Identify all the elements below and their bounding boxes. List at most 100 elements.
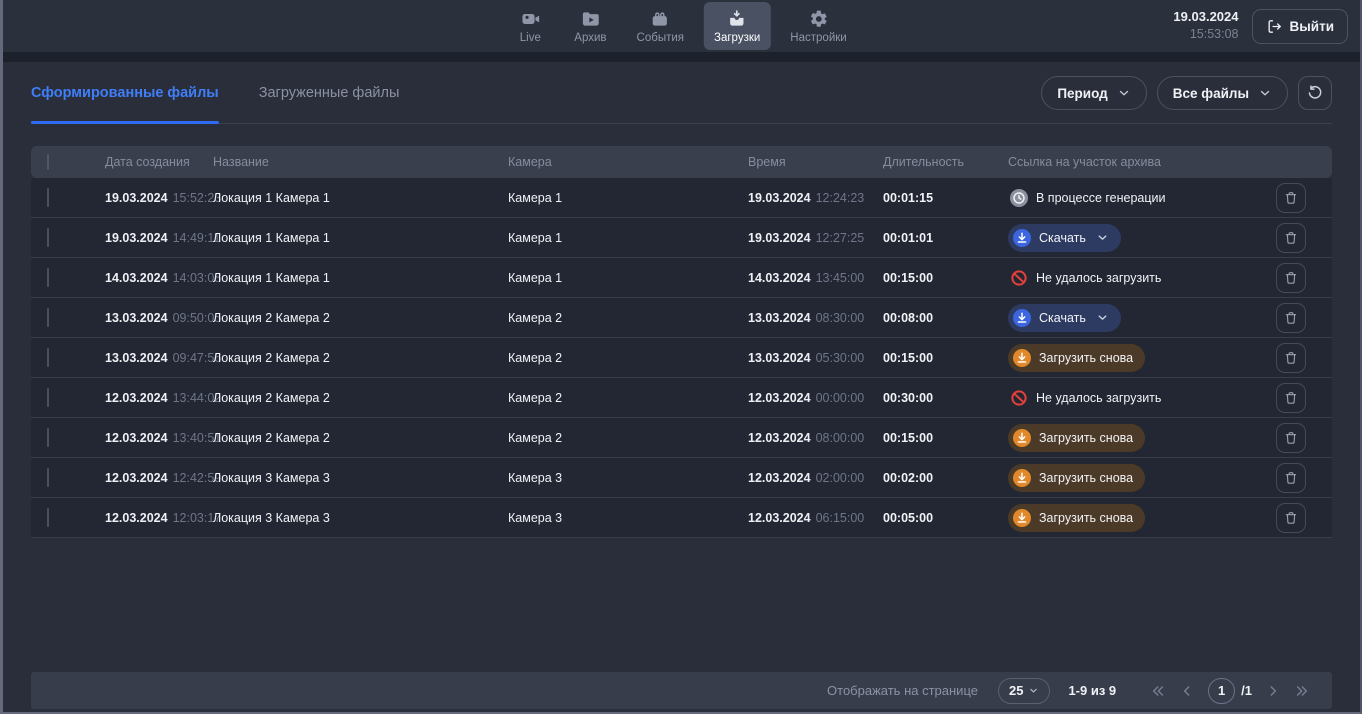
camera-cell: Камера 3: [508, 471, 748, 485]
nav-item-downloads[interactable]: Загрузки: [704, 2, 770, 50]
delete-button[interactable]: [1276, 463, 1306, 493]
nav-item-live[interactable]: Live: [506, 2, 554, 50]
file-name-cell: Локация 2 Камера 2: [213, 391, 508, 405]
filter-controls: Период Все файлы: [1041, 76, 1332, 110]
camera-cell: Камера 3: [508, 511, 748, 525]
status-label: В процессе генерации: [1036, 191, 1166, 205]
duration-cell: 00:02:00: [883, 471, 1008, 485]
row-checkbox[interactable]: [47, 468, 49, 487]
period-filter-button[interactable]: Период: [1041, 76, 1146, 110]
next-page-button[interactable]: [1265, 683, 1281, 699]
double-chevron-right-icon: [1294, 683, 1310, 699]
refresh-icon: [1306, 84, 1324, 102]
download-button[interactable]: Скачать: [1008, 224, 1121, 252]
per-page-select[interactable]: 25: [998, 678, 1050, 704]
top-bar: Live Архив: [3, 0, 1360, 52]
first-page-button[interactable]: [1150, 683, 1166, 699]
created-cell: 12.03.2024 13:40:51: [105, 431, 213, 445]
current-time: 15:53:08: [1173, 26, 1238, 42]
download-button[interactable]: Скачать: [1008, 304, 1121, 332]
row-checkbox[interactable]: [47, 188, 49, 207]
time-cell: 12.03.2024 06:15:00: [748, 511, 883, 525]
time-time: 08:00:00: [816, 431, 865, 445]
status-cell: Скачать: [1008, 224, 1276, 252]
row-checkbox[interactable]: [47, 308, 49, 327]
last-page-button[interactable]: [1294, 683, 1310, 699]
column-header-archive-link: Ссылка на участок архива: [1008, 155, 1276, 169]
duration-cell: 00:15:00: [883, 271, 1008, 285]
created-date: 12.03.2024: [105, 431, 168, 445]
downloads-icon: [726, 9, 748, 29]
row-checkbox[interactable]: [47, 428, 49, 447]
logout-button[interactable]: Выйти: [1252, 9, 1349, 44]
time-time: 12:24:23: [816, 191, 865, 205]
events-icon: [649, 9, 671, 29]
retry-download-button[interactable]: Загрузить снова: [1008, 344, 1145, 372]
row-checkbox[interactable]: [47, 348, 49, 367]
delete-button[interactable]: [1276, 503, 1306, 533]
column-header-time: Время: [748, 155, 883, 169]
trash-icon: [1283, 310, 1299, 326]
status-label: Не удалось загрузить: [1036, 271, 1161, 285]
row-checkbox[interactable]: [47, 508, 49, 527]
row-checkbox[interactable]: [47, 268, 49, 287]
ban-icon: [1010, 269, 1028, 287]
time-date: 12.03.2024: [748, 511, 811, 525]
tabs-divider: [31, 123, 1332, 124]
select-all-checkbox[interactable]: [47, 154, 49, 170]
delete-button[interactable]: [1276, 263, 1306, 293]
nav-item-settings[interactable]: Настройки: [780, 2, 856, 50]
pager: 1 /1: [1150, 678, 1310, 704]
archive-folder-icon: [579, 9, 601, 29]
rows-range: 1-9 из 9: [1068, 683, 1116, 698]
file-name-cell: Локация 1 Камера 1: [213, 191, 508, 205]
file-type-filter-button[interactable]: Все файлы: [1157, 76, 1288, 110]
file-name-cell: Локация 2 Камера 2: [213, 311, 508, 325]
column-header-created: Дата создания: [105, 155, 213, 169]
table-row: 12.03.2024 12:42:59 Локация 3 Камера 3 К…: [31, 458, 1332, 498]
camera-cell: Камера 1: [508, 271, 748, 285]
download-icon: [1013, 309, 1031, 327]
retry-download-button[interactable]: Загрузить снова: [1008, 424, 1145, 452]
duration-cell: 00:30:00: [883, 391, 1008, 405]
tab-generated-files[interactable]: Сформированные файлы: [31, 62, 219, 124]
current-page-input[interactable]: 1: [1208, 678, 1235, 704]
created-date: 13.03.2024: [105, 351, 168, 365]
delete-button[interactable]: [1276, 183, 1306, 213]
time-cell: 19.03.2024 12:24:23: [748, 191, 883, 205]
chevron-down-icon: [1028, 685, 1039, 696]
nav-item-archive[interactable]: Архив: [564, 2, 616, 50]
row-checkbox[interactable]: [47, 228, 49, 247]
retry-download-button[interactable]: Загрузить снова: [1008, 464, 1145, 492]
tab-uploaded-files[interactable]: Загруженные файлы: [259, 62, 400, 124]
file-name-cell: Локация 3 Камера 3: [213, 511, 508, 525]
created-date: 12.03.2024: [105, 391, 168, 405]
nav-item-label: События: [637, 32, 684, 44]
delete-button[interactable]: [1276, 223, 1306, 253]
row-checkbox[interactable]: [47, 388, 49, 407]
refresh-button[interactable]: [1298, 76, 1332, 110]
time-cell: 19.03.2024 12:27:25: [748, 231, 883, 245]
app-window: Live Архив: [0, 0, 1362, 714]
delete-button[interactable]: [1276, 343, 1306, 373]
created-date: 12.03.2024: [105, 511, 168, 525]
chevron-right-icon: [1265, 683, 1281, 699]
time-time: 13:45:00: [816, 271, 865, 285]
duration-cell: 00:08:00: [883, 311, 1008, 325]
delete-button[interactable]: [1276, 423, 1306, 453]
status-cell: Загрузить снова: [1008, 504, 1276, 532]
delete-button[interactable]: [1276, 303, 1306, 333]
created-cell: 14.03.2024 14:03:08: [105, 271, 213, 285]
ban-icon: [1010, 389, 1028, 407]
retry-download-button[interactable]: Загрузить снова: [1008, 504, 1145, 532]
trash-icon: [1283, 270, 1299, 286]
nav-item-events[interactable]: События: [627, 2, 694, 50]
created-date: 13.03.2024: [105, 311, 168, 325]
duration-cell: 00:01:01: [883, 231, 1008, 245]
per-page-label: Отображать на странице: [827, 683, 978, 698]
status-generating: В процессе генерации: [1008, 189, 1276, 207]
delete-button[interactable]: [1276, 383, 1306, 413]
created-cell: 12.03.2024 13:44:02: [105, 391, 213, 405]
main-nav: Live Архив: [506, 0, 856, 52]
prev-page-button[interactable]: [1179, 683, 1195, 699]
